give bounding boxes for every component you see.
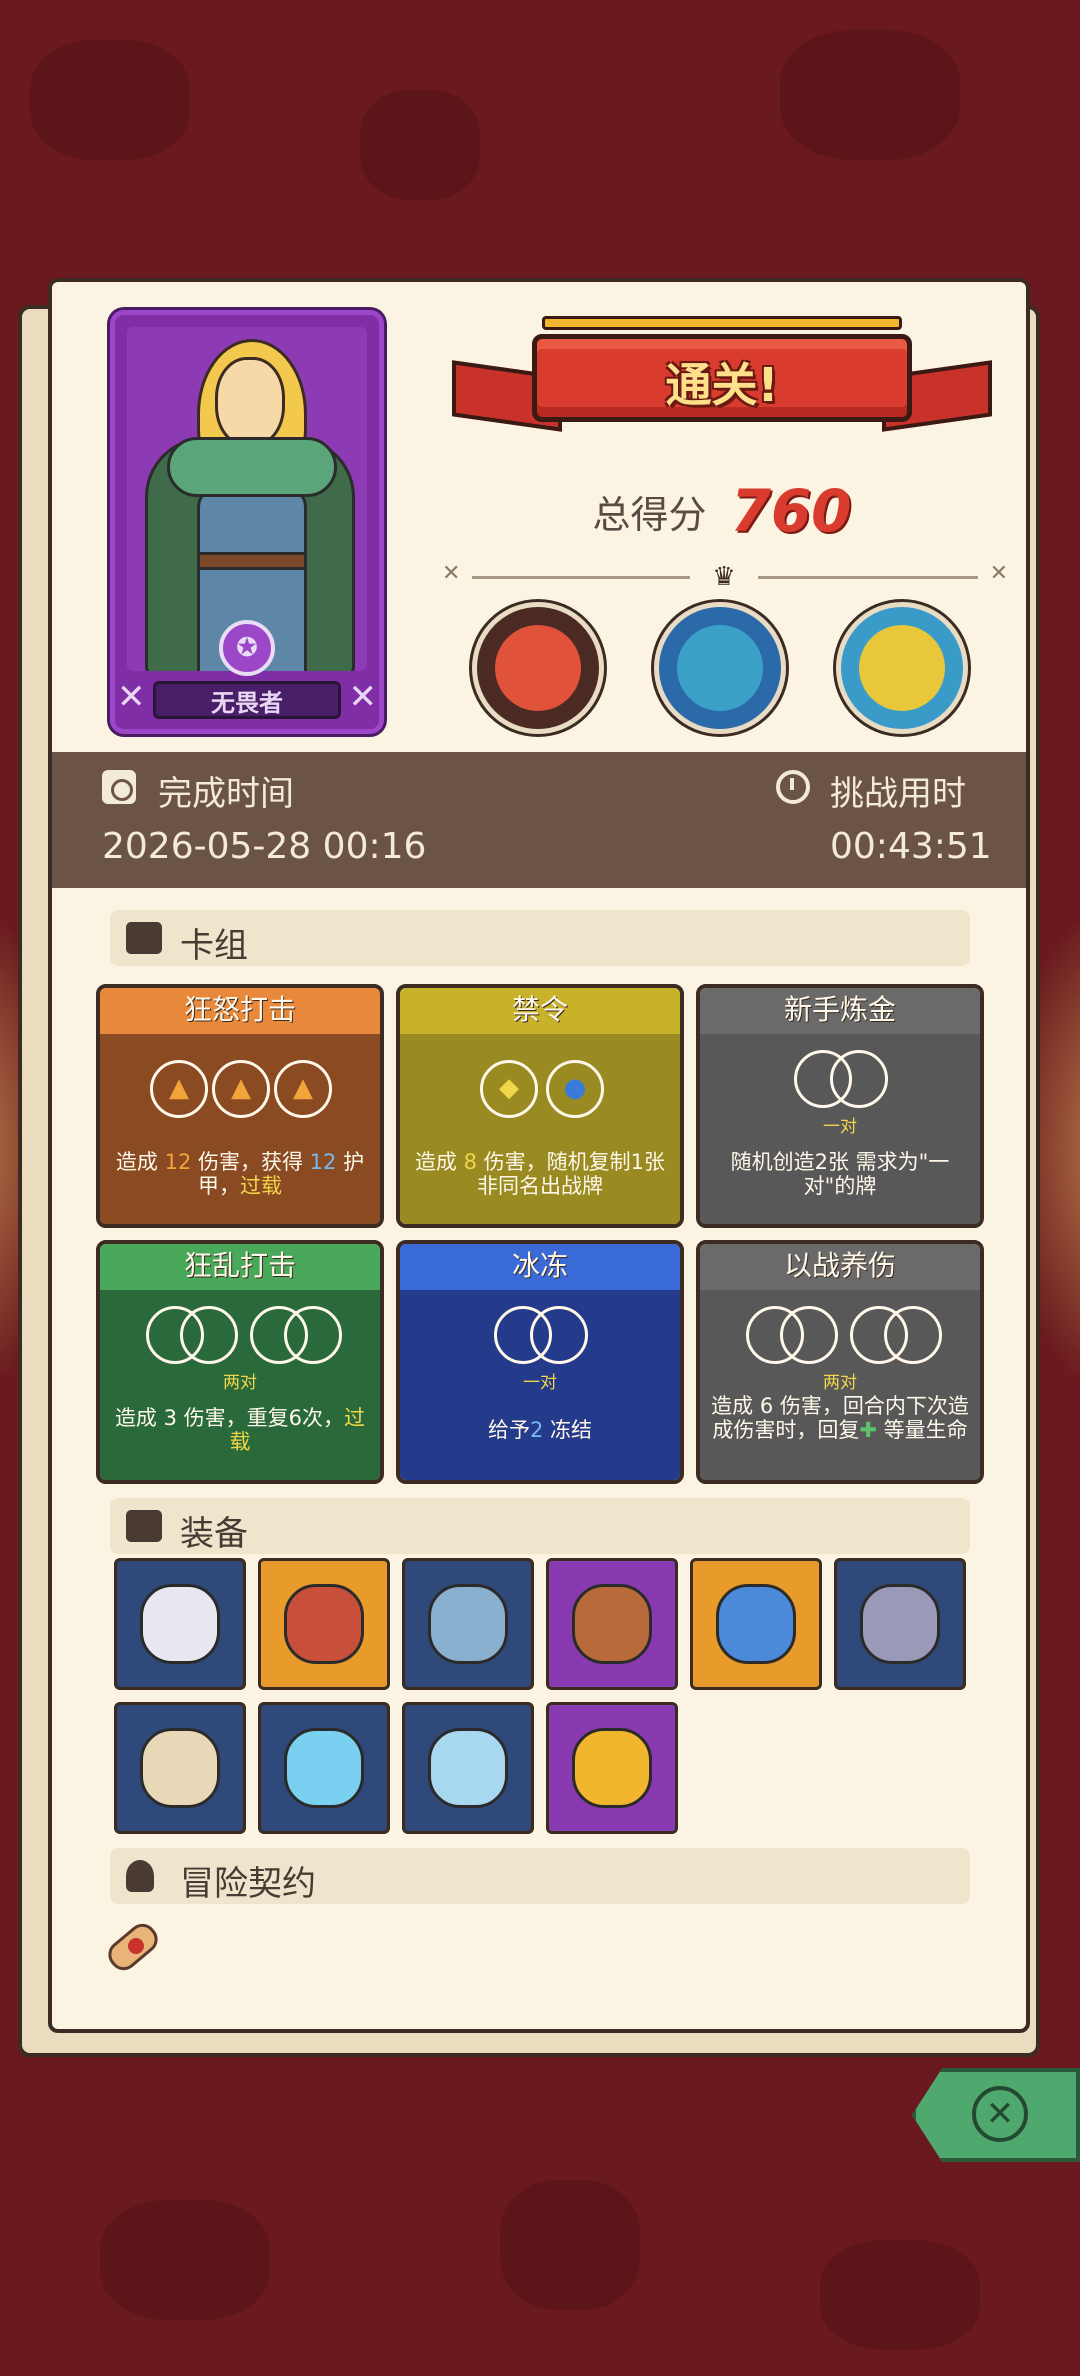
boss-skull-avatar[interactable]: [836, 602, 968, 734]
card-battle-heal[interactable]: 以战养伤 两对 造成 6 伤害，回合内下次造成伤害时，回复✚ 等量生命: [696, 1240, 984, 1484]
score-row: 总得分 760: [452, 477, 992, 545]
card-title: 狂乱打击: [100, 1244, 380, 1290]
horned-skull-icon: ♛: [712, 562, 736, 592]
card-description: 造成 12 伤害，获得 12 护甲，过载: [115, 1150, 365, 1198]
card-description: 造成 8 伤害，随机复制1张非同名出战牌: [414, 1150, 666, 1198]
deck-section-title: 卡组: [180, 926, 248, 966]
card-requirement: 一对: [823, 1117, 857, 1137]
equip-scroll[interactable]: [114, 1702, 246, 1834]
armor-icon: [428, 1584, 508, 1664]
card-title: 狂怒打击: [100, 988, 380, 1034]
stopwatch-icon: [776, 770, 810, 804]
banner-text: 通关!: [665, 358, 779, 412]
finish-time-value: 2026-05-28 00:16: [102, 826, 427, 867]
victory-banner: 通关!: [452, 312, 992, 452]
card-ban[interactable]: 禁令 ◆ ● 造成 8 伤害，随机复制1张非同名出战牌: [396, 984, 684, 1228]
boss-cyclops-avatar[interactable]: [472, 602, 604, 734]
cards-icon: [126, 922, 162, 954]
card-novice-alchemy[interactable]: 新手炼金 一对 随机创造2张 需求为"一对"的牌: [696, 984, 984, 1228]
card-description: 给予2 冻结: [487, 1418, 593, 1442]
duration-value: 00:43:51: [830, 826, 992, 867]
background-pattern: [820, 2240, 980, 2350]
calendar-icon: [102, 770, 136, 804]
card-description: 造成 3 伤害，重复6次，过载: [114, 1406, 366, 1454]
background-pattern: [360, 90, 480, 200]
equip-ice-crown[interactable]: [258, 1702, 390, 1834]
scroll-icon: [140, 1728, 220, 1808]
equip-armor[interactable]: [402, 1558, 534, 1690]
cube-icon: [126, 1510, 162, 1542]
meat-icon: [284, 1584, 364, 1664]
boss-divider: ✕ ♛ ✕: [442, 561, 1008, 591]
gauntlet-icon: [860, 1584, 940, 1664]
result-panel: ✪ ✕ ✕ 无畏者 通关! 总得分 760 ✕ ♛ ✕ 完成时间 2026-05…: [48, 278, 1030, 2033]
card-title: 冰冻: [400, 1244, 680, 1290]
crossed-swords-icon: ✕: [442, 561, 461, 586]
equip-helmet[interactable]: [114, 1558, 246, 1690]
score-value: 760: [730, 477, 852, 545]
bracer-icon: [572, 1584, 652, 1664]
equip-gold-crown[interactable]: [546, 1702, 678, 1834]
star-emblem-icon: ✪: [219, 620, 275, 676]
crown-icon: [284, 1728, 364, 1808]
finish-time-label: 完成时间: [158, 774, 294, 814]
hero-portrait[interactable]: ✪ ✕ ✕ 无畏者: [110, 310, 384, 734]
equipment-section-header: 装备: [110, 1498, 970, 1554]
card-title: 新手炼金: [700, 988, 980, 1034]
contract-scroll-icon[interactable]: [100, 1908, 164, 1978]
duration-label: 挑战用时: [830, 774, 966, 814]
gold-crown-icon: [572, 1728, 652, 1808]
equip-orb-staff[interactable]: [690, 1558, 822, 1690]
card-requirement: 一对: [523, 1373, 557, 1393]
boss-spider-avatar[interactable]: [654, 602, 786, 734]
crossed-swords-icon: ✕: [989, 561, 1008, 586]
card-title: 禁令: [400, 988, 680, 1034]
card-freeze[interactable]: 冰冻 一对 给予2 冻结: [396, 1240, 684, 1484]
equipment-section-title: 装备: [180, 1514, 248, 1554]
hero-name: 无畏者: [153, 681, 341, 719]
person-icon: [126, 1860, 154, 1892]
score-label: 总得分: [592, 492, 707, 537]
deck-section-header: 卡组: [110, 910, 970, 966]
card-frenzy-strike[interactable]: 狂乱打击 两对 造成 3 伤害，重复6次，过载: [96, 1240, 384, 1484]
card-requirement: 两对: [823, 1373, 857, 1393]
helmet-icon: [140, 1584, 220, 1664]
card-description: 随机创造2张 需求为"一对"的牌: [730, 1150, 950, 1198]
card-title: 以战养伤: [700, 1244, 980, 1290]
orb-staff-icon: [716, 1584, 796, 1664]
bone-icon: ✕: [348, 677, 378, 717]
equip-meat[interactable]: [258, 1558, 390, 1690]
contract-section-header: 冒险契约: [110, 1848, 970, 1904]
card-rage-strike[interactable]: 狂怒打击 ▲ ▲ ▲ 造成 12 伤害，获得 12 护甲，过载: [96, 984, 384, 1228]
background-pattern: [100, 2200, 270, 2320]
bone-icon: ✕: [117, 677, 146, 717]
equip-crystal[interactable]: [402, 1702, 534, 1834]
card-description: 造成 6 伤害，回合内下次造成伤害时，回复✚ 等量生命: [711, 1394, 969, 1442]
contract-section-title: 冒险契约: [180, 1864, 316, 1904]
close-icon: ✕: [972, 2086, 1028, 2142]
crystal-icon: [428, 1728, 508, 1808]
background-pattern: [780, 30, 960, 160]
equip-gauntlet[interactable]: [834, 1558, 966, 1690]
time-info-band: 完成时间 2026-05-28 00:16 挑战用时 00:43:51: [52, 752, 1026, 888]
close-button[interactable]: ✕: [912, 2068, 1080, 2162]
equip-bracer[interactable]: [546, 1558, 678, 1690]
background-pattern: [500, 2180, 640, 2310]
card-requirement: 两对: [223, 1373, 257, 1393]
background-pattern: [30, 40, 190, 160]
